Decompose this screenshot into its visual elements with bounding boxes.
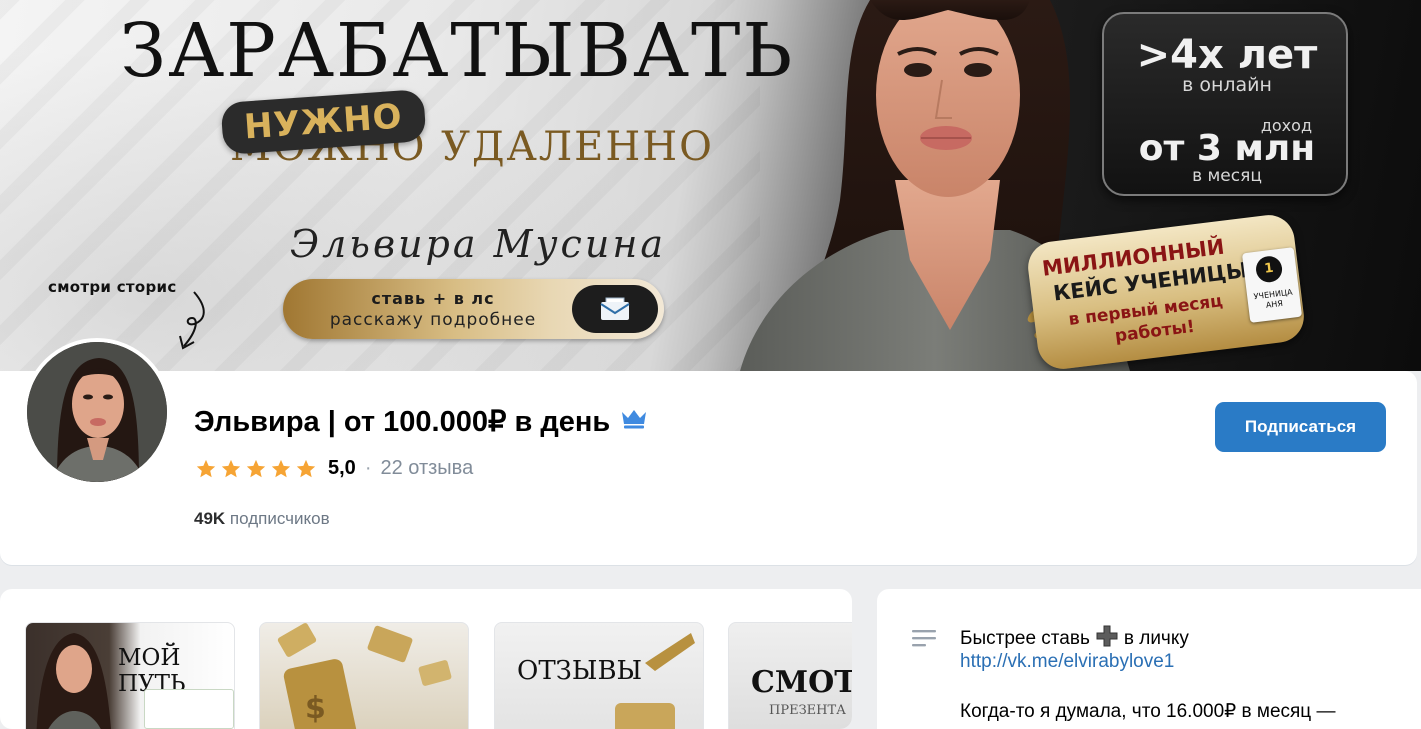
cover-image: ЗАРАБАТЫВАТЬ МОЖНО УДАЛЕННО НУЖНО Эльвир…	[0, 0, 1421, 371]
profile-name-text: Эльвира | от 100.000₽ в день	[194, 406, 611, 438]
subscribe-button[interactable]: Подписаться	[1215, 402, 1386, 452]
info-line1-after: в личку	[1123, 628, 1189, 649]
rating-value: 5,0	[328, 457, 356, 479]
star-icon	[271, 459, 291, 477]
rating-stars	[195, 458, 317, 480]
cover-signature: Эльвира Мусина	[290, 222, 667, 266]
info-line1-before: Быстрее ставь	[960, 628, 1090, 649]
stat-years: >4х лет	[1136, 32, 1318, 78]
watch-stories-caption: смотри сторис	[48, 278, 177, 296]
document-graphic	[144, 689, 234, 729]
cover-cta-line1: ставь + в лс	[371, 289, 495, 308]
info-card: Быстрее ставь в личку http://vk.me/elvir…	[877, 589, 1421, 729]
stat-income: от 3 млн	[1138, 128, 1316, 169]
highlight-thumb-my-path[interactable]: МОЙ ПУТЬ	[25, 622, 235, 729]
cover-cta-pill: ставь + в лс расскажу подробнее	[283, 279, 664, 339]
stats-box: >4х лет в онлайн доход от 3 млн в месяц	[1102, 12, 1348, 196]
thumb-sublabel: ПРЕЗЕНТА	[769, 703, 847, 718]
info-link[interactable]: http://vk.me/elvirabylove1	[960, 651, 1174, 673]
student-photo: 1 УЧЕНИЦА АНЯ	[1241, 247, 1303, 323]
thumb-label: СМОТР	[751, 665, 852, 700]
cover-cta-line2: расскажу подробнее	[329, 310, 537, 330]
description-icon	[912, 630, 936, 647]
media-card: МОЙ ПУТЬ $ ОТЗЫВЫ СМОТР ПРЕЗЕНТА	[0, 589, 852, 729]
star-icon	[246, 459, 266, 477]
highlight-thumb-money[interactable]: $	[259, 622, 469, 729]
svg-text:$: $	[305, 691, 326, 726]
plus-icon	[1096, 625, 1118, 653]
arrow-down-icon	[179, 291, 205, 350]
rating-separator: ·	[364, 457, 372, 479]
mail-icon	[572, 285, 658, 333]
followers-count: 49K	[194, 509, 226, 528]
star-icon	[296, 459, 316, 477]
info-line1: Быстрее ставь в личку	[960, 625, 1189, 653]
highlight-thumb-presentation[interactable]: СМОТР ПРЕЗЕНТА	[728, 622, 852, 729]
avatar[interactable]	[23, 338, 171, 486]
followers-label: подписчиков	[229, 509, 330, 528]
student-photo-badge: 1	[1254, 254, 1284, 284]
rating-row[interactable]: 5,0 · 22 отзыва	[195, 457, 473, 480]
stat-years-sub: в онлайн	[1182, 74, 1272, 96]
cover-headline: ЗАРАБАТЫВАТЬ	[120, 8, 795, 94]
reviews-link[interactable]: 22 отзыва	[380, 457, 473, 480]
profile-name: Эльвира | от 100.000₽ в день	[194, 404, 648, 439]
highlight-thumb-reviews[interactable]: ОТЗЫВЫ	[494, 622, 704, 729]
student-photo-caption: УЧЕНИЦА АНЯ	[1253, 287, 1294, 310]
star-icon	[196, 459, 216, 477]
followers-link[interactable]: 49K подписчиков	[194, 509, 330, 529]
crown-icon	[620, 405, 648, 438]
star-icon	[221, 459, 241, 477]
stat-income-sub: в месяц	[1192, 166, 1262, 186]
